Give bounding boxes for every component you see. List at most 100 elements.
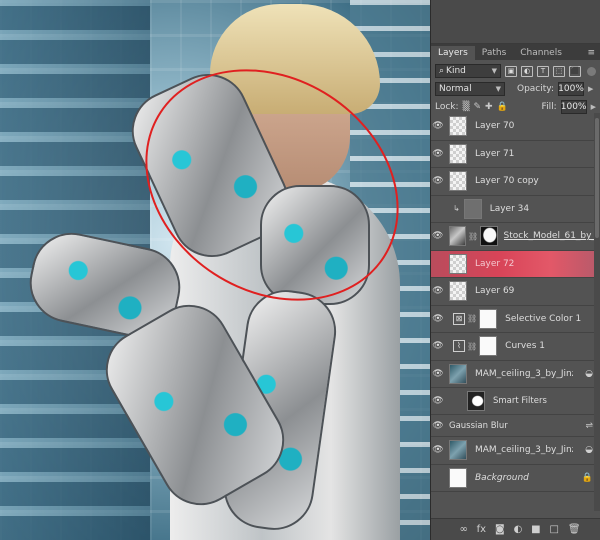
layer-mask-thumbnail[interactable] [479, 308, 498, 329]
layer-row[interactable]: 👁 ⌇ ⛓ Curves 1 [431, 333, 600, 361]
delete-layer-icon[interactable]: 🗑 [568, 524, 581, 535]
layer-thumbnail [449, 116, 467, 137]
new-adjustment-layer-icon[interactable]: ◐ [514, 524, 523, 535]
link-chain-icon[interactable]: ⛓ [467, 314, 477, 323]
layer-name: Background [475, 472, 529, 483]
layer-name: Layer 72 [475, 258, 515, 269]
visibility-toggle[interactable]: 👁 [431, 259, 445, 269]
visibility-eye-icon[interactable]: 👁 [431, 396, 445, 406]
layer-row[interactable]: 👁 Layer 70 [431, 113, 600, 141]
layer-row[interactable]: 👁 ↳ Layer 34 [431, 196, 600, 223]
layer-mask-thumbnail[interactable] [480, 226, 498, 247]
smart-filters-row[interactable]: 👁 Smart Filters [431, 388, 600, 415]
lock-image-icon[interactable]: ✎ [473, 102, 481, 112]
opacity-field[interactable]: 100% [558, 82, 584, 96]
smart-object-filter-icon[interactable]: ⬛ [569, 65, 581, 77]
new-group-icon[interactable]: ■ [531, 524, 540, 535]
filter-toggle[interactable] [587, 66, 596, 76]
type-filter-icon[interactable]: T [537, 65, 549, 77]
panel-tabs: Layers Paths Channels ≡ [431, 44, 600, 60]
visibility-eye-icon[interactable]: 👁 [431, 149, 445, 159]
blend-row: Normal ▼ Opacity: 100% ▶ [431, 80, 600, 98]
smart-filter-mask-thumbnail[interactable] [467, 391, 485, 411]
scrollbar-thumb[interactable] [595, 118, 599, 238]
add-layer-style-icon[interactable]: fx [477, 524, 486, 535]
layer-row[interactable]: 👁 Layer 69 [431, 278, 600, 306]
layer-name: MAM_ceiling_3_by_Jinz_st... [475, 368, 573, 379]
lock-all-icon[interactable]: 🔒 [497, 102, 508, 112]
visibility-toggle[interactable]: 👁 [431, 473, 445, 483]
layer-name: Layer 70 [475, 121, 515, 132]
visibility-eye-icon[interactable]: 👁 [431, 286, 445, 296]
opacity-chevron-icon[interactable]: ▶ [588, 85, 593, 93]
panel-menu-icon[interactable]: ≡ [582, 46, 600, 60]
layer-thumbnail [449, 143, 467, 164]
layer-thumbnail [449, 253, 467, 274]
link-layers-icon[interactable]: ∞ [459, 524, 467, 535]
filter-blending-options-icon[interactable]: ⇌ [585, 421, 593, 431]
layer-row[interactable]: 👁 ⊠ ⛓ Selective Color 1 [431, 306, 600, 333]
layer-row-selected[interactable]: 👁 Layer 72 [431, 250, 600, 278]
layer-thumbnail [449, 440, 467, 461]
visibility-eye-icon[interactable]: 👁 [431, 231, 445, 241]
smart-filter-badge-icon[interactable]: ◒ [585, 369, 593, 379]
panel-header-gap [431, 0, 600, 44]
add-mask-icon[interactable]: ◙ [495, 524, 505, 535]
visibility-eye-icon[interactable]: 👁 [431, 341, 445, 351]
tab-layers[interactable]: Layers [431, 46, 475, 60]
link-chain-icon[interactable]: ⛓ [467, 342, 477, 351]
fill-label: Fill: [541, 102, 557, 112]
layers-panel: Layers Paths Channels ≡ ⌕ Kind ▼ ▣ ◐ T ⬚… [430, 0, 600, 540]
layer-name: Selective Color 1 [505, 313, 582, 324]
visibility-toggle[interactable]: 👁 [431, 204, 445, 214]
layer-row[interactable]: 👁 MAM_ceiling_3_by_Jinz_st... ◒ [431, 361, 600, 388]
filter-row[interactable]: 👁 Gaussian Blur ⇌ [431, 415, 600, 437]
blend-mode-dropdown[interactable]: Normal ▼ [435, 82, 505, 96]
link-chain-icon[interactable]: ⛓ [468, 232, 478, 241]
layer-list: 👁 Layer 70 👁 Layer 71 👁 Layer 70 copy 👁 … [431, 113, 600, 511]
layer-row[interactable]: 👁 Layer 71 [431, 141, 600, 168]
layer-thumbnail [449, 281, 467, 302]
fill-chevron-icon[interactable]: ▶ [591, 103, 596, 111]
layer-row[interactable]: 👁 MAM_ceiling_3_by_Jinz_st... ◒ [431, 437, 600, 465]
smart-object-badge-icon[interactable]: ◒ [585, 445, 593, 455]
tab-paths[interactable]: Paths [475, 46, 513, 60]
lock-icon: 🔒 [581, 472, 593, 483]
visibility-eye-icon[interactable]: 👁 [431, 314, 445, 324]
blend-mode-value: Normal [439, 84, 472, 94]
panel-footer: ∞ fx ◙ ◐ ■ □ 🗑 [431, 518, 600, 540]
layer-name: MAM_ceiling_3_by_Jinz_st... [475, 445, 573, 456]
visibility-eye-icon[interactable]: 👁 [431, 176, 445, 186]
layer-row[interactable]: 👁 Background 🔒 [431, 465, 600, 492]
layer-name: Layer 34 [489, 203, 530, 214]
layer-row[interactable]: 👁 ⛓ Stock_Model_61_by_... [431, 223, 600, 251]
layer-mask-thumbnail[interactable] [479, 336, 498, 357]
layer-thumbnail [449, 467, 467, 488]
filter-kind-dropdown[interactable]: ⌕ Kind ▼ [435, 64, 501, 78]
clipping-arrow-icon: ↳ [453, 204, 460, 214]
layer-row[interactable]: 👁 Layer 70 copy [431, 168, 600, 196]
layer-name: Smart Filters [493, 396, 547, 406]
document-canvas[interactable] [0, 0, 430, 540]
lock-label: Lock: [435, 102, 459, 112]
fill-field[interactable]: 100% [560, 100, 587, 114]
layer-name: Gaussian Blur [449, 420, 508, 431]
visibility-eye-icon[interactable]: 👁 [431, 421, 445, 431]
new-layer-icon[interactable]: □ [550, 524, 559, 535]
shape-filter-icon[interactable]: ⬚ [553, 65, 565, 77]
layer-thumbnail [463, 198, 482, 219]
lock-position-icon[interactable]: ✚ [485, 102, 493, 112]
layer-thumbnail [449, 171, 467, 192]
adjustment-filter-icon[interactable]: ◐ [521, 65, 533, 77]
filter-row: ⌕ Kind ▼ ▣ ◐ T ⬚ ⬛ [431, 62, 600, 80]
tab-channels[interactable]: Channels [513, 46, 569, 60]
layer-thumbnail [448, 226, 466, 247]
visibility-eye-icon[interactable]: 👁 [431, 121, 445, 131]
visibility-eye-icon[interactable]: 👁 [431, 369, 445, 379]
lock-transparency-icon[interactable]: ▒ [463, 102, 470, 112]
opacity-label: Opacity: [517, 84, 554, 94]
pixel-filter-icon[interactable]: ▣ [505, 65, 517, 77]
selective-color-adjustment-icon: ⊠ [453, 312, 465, 325]
visibility-eye-icon[interactable]: 👁 [431, 445, 445, 455]
search-icon: ⌕ [439, 66, 445, 76]
